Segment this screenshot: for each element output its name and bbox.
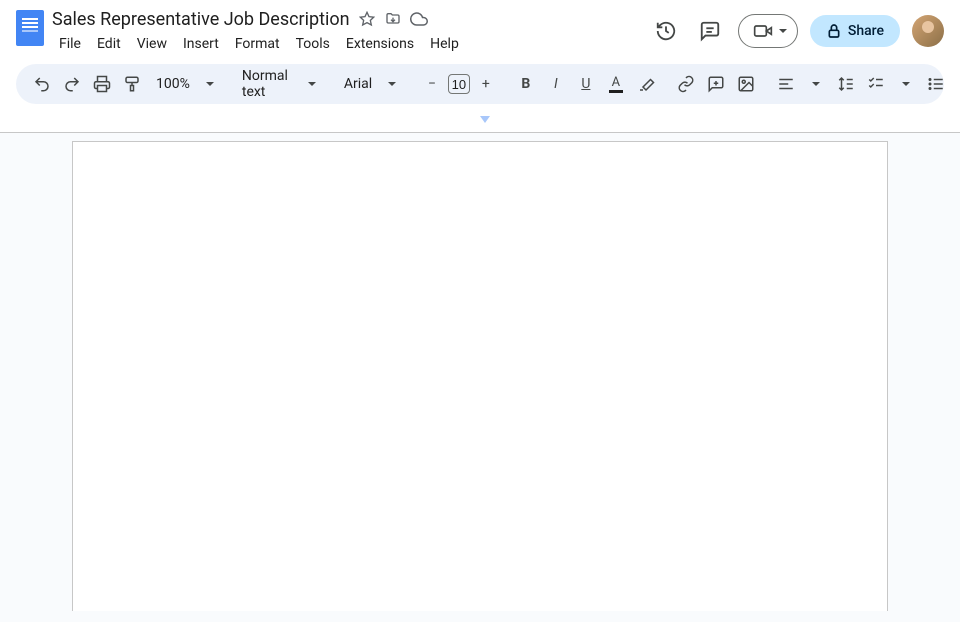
highlight-button[interactable] bbox=[632, 70, 660, 98]
font-select[interactable]: Arial bbox=[336, 70, 406, 98]
cloud-status-icon[interactable] bbox=[410, 10, 428, 28]
share-button[interactable]: Share bbox=[810, 15, 900, 47]
document-workspace: Help me write bbox=[0, 132, 960, 622]
zoom-select[interactable]: 100% bbox=[148, 70, 222, 98]
comment-icon[interactable] bbox=[694, 15, 726, 47]
link-button[interactable] bbox=[672, 70, 700, 98]
menu-tools[interactable]: Tools bbox=[289, 32, 337, 56]
increase-font-button[interactable]: + bbox=[472, 70, 500, 98]
menu-bar: File Edit View Insert Format Tools Exten… bbox=[52, 32, 642, 56]
add-comment-button[interactable] bbox=[702, 70, 730, 98]
paint-format-button[interactable] bbox=[118, 70, 146, 98]
ruler[interactable] bbox=[0, 116, 960, 132]
font-size-control: − + bbox=[418, 70, 500, 98]
bullet-dropdown[interactable] bbox=[952, 70, 960, 98]
docs-logo[interactable] bbox=[16, 10, 44, 46]
chevron-down-icon bbox=[388, 82, 396, 86]
account-avatar[interactable] bbox=[912, 15, 944, 47]
video-icon bbox=[753, 21, 773, 41]
chevron-down-icon bbox=[206, 82, 214, 86]
italic-button[interactable]: I bbox=[542, 70, 570, 98]
document-title[interactable]: Sales Representative Job Description bbox=[52, 9, 350, 30]
insert-image-button[interactable] bbox=[732, 70, 760, 98]
print-button[interactable] bbox=[88, 70, 116, 98]
decrease-font-button[interactable]: − bbox=[418, 70, 446, 98]
line-spacing-button[interactable] bbox=[832, 70, 860, 98]
meet-button[interactable] bbox=[738, 14, 798, 48]
document-page[interactable] bbox=[72, 141, 888, 611]
menu-insert[interactable]: Insert bbox=[176, 32, 226, 56]
move-icon[interactable] bbox=[384, 10, 402, 28]
text-color-button[interactable]: A bbox=[602, 70, 630, 98]
indent-marker-icon[interactable] bbox=[480, 116, 490, 123]
menu-format[interactable]: Format bbox=[228, 32, 287, 56]
align-dropdown[interactable] bbox=[802, 70, 830, 98]
share-label: Share bbox=[848, 23, 884, 39]
menu-view[interactable]: View bbox=[130, 32, 174, 56]
checklist-button[interactable] bbox=[862, 70, 890, 98]
menu-edit[interactable]: Edit bbox=[90, 32, 128, 56]
chevron-down-icon bbox=[779, 29, 787, 33]
redo-button[interactable] bbox=[58, 70, 86, 98]
menu-file[interactable]: File bbox=[52, 32, 88, 56]
menu-help[interactable]: Help bbox=[423, 32, 466, 56]
chevron-down-icon bbox=[308, 82, 316, 86]
bullet-list-button[interactable] bbox=[922, 70, 950, 98]
bold-button[interactable]: B bbox=[512, 70, 540, 98]
toolbar: 100% Normal text Arial − + B I U A 123 bbox=[16, 64, 944, 104]
undo-button[interactable] bbox=[28, 70, 56, 98]
star-icon[interactable] bbox=[358, 10, 376, 28]
history-icon[interactable] bbox=[650, 15, 682, 47]
font-size-input[interactable] bbox=[448, 74, 470, 94]
menu-extensions[interactable]: Extensions bbox=[339, 32, 421, 56]
style-select[interactable]: Normal text bbox=[234, 70, 324, 98]
checklist-dropdown[interactable] bbox=[892, 70, 920, 98]
lock-icon bbox=[826, 23, 842, 39]
align-button[interactable] bbox=[772, 70, 800, 98]
underline-button[interactable]: U bbox=[572, 70, 600, 98]
